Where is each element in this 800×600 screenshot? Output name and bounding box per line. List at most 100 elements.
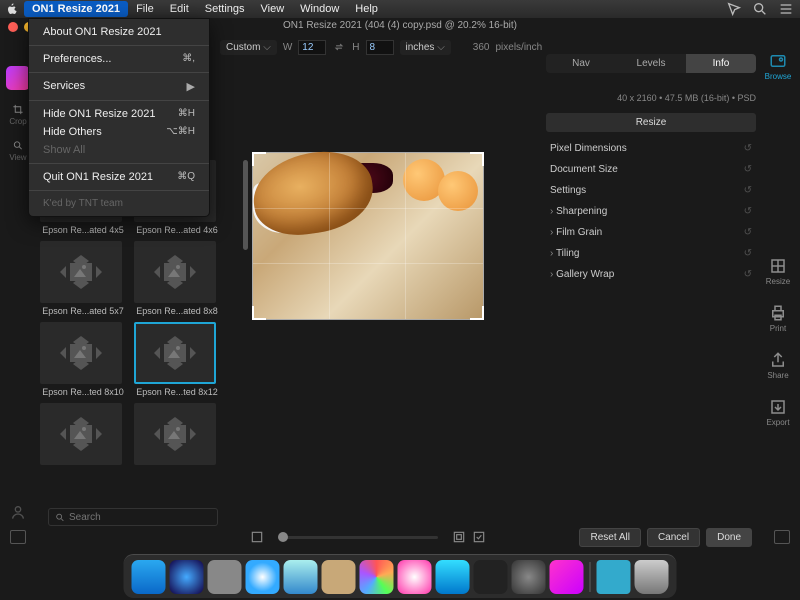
menu-window[interactable]: Window — [292, 1, 347, 17]
dock-trash[interactable] — [635, 560, 669, 594]
zoom-slider-thumb[interactable] — [278, 532, 288, 542]
reset-icon[interactable]: ↺ — [744, 143, 752, 154]
preview-toggle-icon[interactable] — [472, 530, 486, 544]
menu-edit[interactable]: Edit — [162, 1, 197, 17]
spotlight-icon[interactable] — [752, 1, 768, 17]
tab-nav[interactable]: Nav — [546, 54, 616, 73]
dock-safari[interactable] — [246, 560, 280, 594]
preset-item[interactable] — [40, 403, 126, 468]
rail-share[interactable]: Share — [767, 351, 788, 380]
menu-help[interactable]: Help — [347, 1, 386, 17]
tab-levels[interactable]: Levels — [616, 54, 686, 73]
ppi-value: 360 — [473, 42, 490, 53]
rail-browse[interactable]: Browse — [765, 52, 792, 81]
image-canvas[interactable] — [252, 152, 484, 320]
panel-pixel-dimensions[interactable]: Pixel Dimensions↺ — [546, 138, 756, 159]
rail-export[interactable]: Export — [766, 398, 789, 427]
dock-photos[interactable] — [360, 560, 394, 594]
crop-handle-br[interactable] — [470, 306, 484, 320]
app-logo-icon — [6, 66, 30, 90]
menu-settings[interactable]: Settings — [197, 1, 253, 17]
height-input[interactable] — [366, 40, 394, 55]
tab-info[interactable]: Info — [686, 54, 756, 73]
preset-item[interactable] — [134, 403, 220, 468]
file-info: 40 x 2160 • 47.5 MB (16-bit) • PSD — [546, 93, 756, 103]
menu-footer: K'ed by TNT team — [29, 195, 209, 212]
panel-gallery-wrap[interactable]: › Gallery Wrap↺ — [546, 264, 756, 285]
preset-item[interactable]: Epson Re...ated 5x7 — [40, 241, 126, 316]
panel-sharpening[interactable]: › Sharpening↺ — [546, 201, 756, 222]
dock-siri[interactable] — [170, 560, 204, 594]
units-select[interactable]: inches ⌵ — [400, 40, 451, 55]
search-input[interactable] — [69, 512, 211, 523]
dock-contacts[interactable] — [322, 560, 356, 594]
dock-itunes[interactable] — [398, 560, 432, 594]
preset-item[interactable]: Epson Re...ated 8x8 — [134, 241, 220, 316]
dock-terminal[interactable] — [474, 560, 508, 594]
menu-preferences[interactable]: Preferences...⌘, — [29, 50, 209, 68]
dock-mail[interactable] — [284, 560, 318, 594]
menu-hide-others[interactable]: Hide Others⌥⌘H — [29, 123, 209, 141]
cancel-button[interactable]: Cancel — [647, 528, 700, 547]
panel-document-size[interactable]: Document Size↺ — [546, 159, 756, 180]
swap-dimensions-icon[interactable] — [332, 40, 346, 54]
dock-downloads[interactable] — [597, 560, 631, 594]
macos-dock — [124, 554, 677, 598]
preset-scrollbar[interactable] — [243, 160, 248, 250]
preset-label: Epson Re...ted 8x10 — [40, 387, 126, 397]
rail-print[interactable]: Print — [769, 304, 787, 333]
crop-tool[interactable]: Crop — [7, 104, 29, 126]
user-icon[interactable] — [10, 504, 26, 520]
bottom-bar: Reset All Cancel Done — [250, 526, 752, 548]
zoom-fit-icon[interactable] — [452, 530, 466, 544]
preset-item[interactable]: Epson Re...ted 8x12 — [134, 322, 220, 397]
reset-all-button[interactable]: Reset All — [579, 528, 640, 547]
view-tool[interactable]: View — [7, 140, 29, 162]
width-input[interactable] — [298, 40, 326, 55]
app-menu[interactable]: ON1 Resize 2021 — [24, 1, 128, 17]
resize-panel-header[interactable]: Resize — [546, 113, 756, 132]
zoom-out-icon[interactable] — [250, 530, 264, 544]
preset-item[interactable]: Epson Re...ted 8x10 — [40, 322, 126, 397]
info-tabs: Nav Levels Info — [546, 54, 756, 73]
dock-appstore[interactable] — [436, 560, 470, 594]
panel-settings[interactable]: Settings↺ — [546, 180, 756, 201]
preset-thumb-icon — [134, 403, 216, 465]
crop-handle-bl[interactable] — [252, 306, 266, 320]
menu-about[interactable]: About ON1 Resize 2021 — [29, 23, 209, 41]
panel-film-grain[interactable]: › Film Grain↺ — [546, 222, 756, 243]
apple-logo-icon — [6, 3, 18, 15]
cursor-icon[interactable] — [726, 1, 742, 17]
app-menu-dropdown: About ON1 Resize 2021 Preferences...⌘, S… — [28, 18, 210, 217]
crop-handle-tr[interactable] — [470, 152, 484, 166]
preset-thumb-icon — [134, 322, 216, 384]
crop-handle-tl[interactable] — [252, 152, 266, 166]
right-panel: Nav Levels Info 40 x 2160 • 47.5 MB (16-… — [546, 54, 756, 285]
ppi-unit-label: pixels/inch — [495, 42, 542, 53]
dock-settings[interactable] — [512, 560, 546, 594]
close-window-button[interactable] — [8, 22, 18, 32]
left-panel-toggle[interactable] — [10, 530, 26, 544]
control-center-icon[interactable] — [778, 1, 794, 17]
crop-preset-select[interactable]: Custom ⌵ — [220, 40, 277, 55]
preset-label: Epson Re...ated 8x8 — [134, 306, 220, 316]
preset-label: Epson Re...ted 8x12 — [134, 387, 220, 397]
panel-tiling[interactable]: › Tiling↺ — [546, 243, 756, 264]
rail-resize[interactable]: Resize — [766, 257, 790, 286]
menu-view[interactable]: View — [253, 1, 293, 17]
menu-services[interactable]: Services▶ — [29, 77, 209, 96]
dock-launchpad[interactable] — [208, 560, 242, 594]
menu-hide[interactable]: Hide ON1 Resize 2021⌘H — [29, 105, 209, 123]
zoom-slider[interactable] — [278, 536, 438, 539]
print-icon — [769, 304, 787, 322]
dock-finder[interactable] — [132, 560, 166, 594]
right-panel-toggle[interactable] — [774, 530, 790, 544]
menu-file[interactable]: File — [128, 1, 162, 17]
menu-show-all: Show All — [29, 141, 209, 159]
menu-quit[interactable]: Quit ON1 Resize 2021⌘Q — [29, 168, 209, 186]
preset-label: Epson Re...ated 4x6 — [134, 225, 220, 235]
preset-search[interactable] — [48, 508, 218, 526]
browse-icon — [769, 52, 787, 70]
dock-on1[interactable] — [550, 560, 584, 594]
done-button[interactable]: Done — [706, 528, 752, 547]
